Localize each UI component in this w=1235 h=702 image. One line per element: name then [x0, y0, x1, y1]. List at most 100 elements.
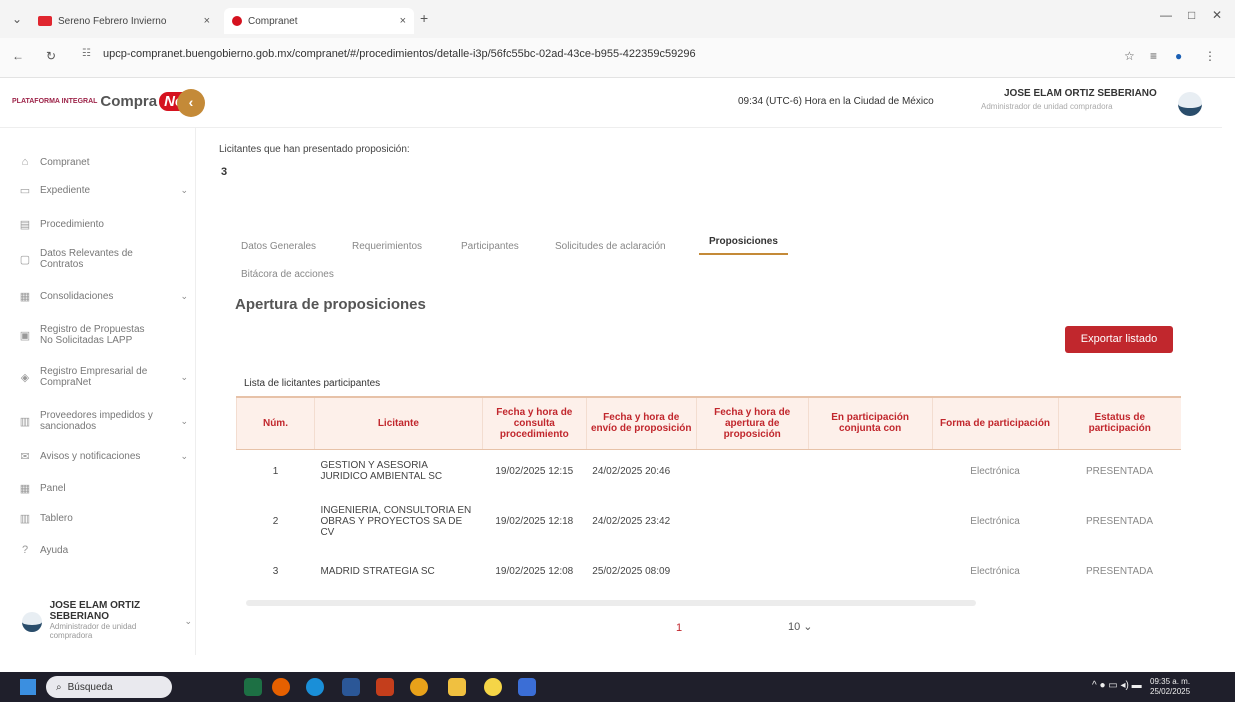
address-bar: ← ↻ ☷ upcp-compranet.buengobierno.gob.mx… — [0, 38, 1235, 78]
chevron-down-icon: ⌄ — [180, 185, 188, 195]
header-user-role: Administrador de unidad compradora — [981, 102, 1113, 111]
cell-forma: Electrónica — [970, 515, 1020, 527]
edge-icon[interactable] — [306, 678, 324, 696]
tab-bitacora[interactable]: Bitácora de acciones — [241, 269, 334, 280]
provider-icon: ▥ — [19, 415, 31, 428]
chevron-down-icon: ⌄ — [180, 371, 188, 382]
new-tab-button[interactable]: + — [420, 10, 428, 26]
search-placeholder: Búsqueda — [67, 681, 113, 693]
sidebar-item-label: Ayuda — [40, 544, 69, 556]
profile-icon[interactable]: ● — [1175, 49, 1182, 63]
minimize-icon[interactable]: — — [1160, 8, 1172, 22]
cell-licitante: INGENIERIA, CONSULTORIA EN OBRAS Y PROYE… — [320, 504, 472, 538]
sidebar-item-registro-propuestas[interactable]: ▣ Registro de Propuestas No Solicitadas … — [18, 324, 188, 346]
table-row[interactable]: 1 GESTION Y ASESORIA JURIDICO AMBIENTAL … — [237, 449, 1182, 493]
youtube-icon — [38, 16, 52, 26]
page-size-select[interactable]: 10 ⌄ — [788, 620, 813, 633]
tab-proposiciones[interactable]: Proposiciones — [699, 236, 788, 255]
table-horizontal-scrollbar[interactable] — [246, 600, 976, 606]
close-window-icon[interactable]: ✕ — [1212, 8, 1222, 22]
sidebar-item-label: Registro Empresarial de CompraNet — [40, 366, 148, 388]
licitantes-label: Licitantes que han presentado proposició… — [219, 144, 410, 155]
collapse-sidebar-button[interactable]: ‹ — [177, 89, 205, 117]
sidebar-item-label: Expediente — [40, 185, 91, 196]
sidebar-item-compranet[interactable]: ⌂ Compranet — [18, 156, 188, 168]
cell-apertura — [696, 493, 808, 549]
cell-envio: 24/02/2025 20:46 — [592, 465, 671, 477]
close-tab-icon[interactable]: × — [204, 15, 210, 27]
bookmark-star-icon[interactable]: ☆ — [1124, 49, 1135, 63]
sidebar-item-datos-relevantes[interactable]: ▢ Datos Relevantes de Contratos — [18, 248, 188, 270]
help-icon: ? — [21, 544, 29, 556]
register-icon: ▣ — [19, 329, 31, 342]
sidebar-item-proveedores[interactable]: ▥ Proveedores impedidos y sancionados ⌄ — [18, 410, 188, 432]
file-explorer-icon[interactable] — [448, 678, 466, 696]
system-tray[interactable]: ^ ● ▭ ◂) ▬ — [1092, 680, 1142, 691]
app-icon[interactable] — [518, 678, 536, 696]
maximize-icon[interactable]: □ — [1188, 8, 1195, 22]
tab-datos-generales[interactable]: Datos Generales — [241, 241, 316, 252]
word-icon[interactable] — [342, 678, 360, 696]
excel-icon[interactable] — [244, 678, 262, 696]
extensions-icon[interactable]: ≡ — [1150, 49, 1157, 63]
sidebar-item-tablero[interactable]: ▥ Tablero — [18, 512, 188, 525]
table-row[interactable]: 2 INGENIERIA, CONSULTORIA EN OBRAS Y PRO… — [237, 493, 1182, 549]
cell-envio: 25/02/2025 08:09 — [592, 565, 671, 577]
export-list-button[interactable]: Exportar listado — [1065, 326, 1173, 353]
taskbar-search[interactable]: ⌕ Búsqueda — [46, 676, 172, 698]
column-header: Fecha y hora de envío de proposición — [585, 396, 697, 450]
cell-licitante: MADRID STRATEGIA SC — [320, 565, 435, 577]
chevron-down-icon[interactable]: ⌄ — [184, 616, 192, 640]
cell-conjunta — [808, 449, 932, 493]
tab-list-icon[interactable]: ⌄ — [12, 12, 22, 26]
main-content: Licitantes que han presentado proposició… — [196, 128, 1222, 655]
sidebar-item-label: Compranet — [40, 156, 90, 168]
url-field[interactable]: upcp-compranet.buengobierno.gob.mx/compr… — [103, 48, 696, 60]
reload-icon[interactable]: ↻ — [46, 49, 56, 63]
tab-participantes[interactable]: Participantes — [461, 241, 519, 252]
sidebar-user[interactable]: JOSE ELAM ORTIZ SEBERIANO Administrador … — [22, 600, 192, 640]
sidebar-item-procedimiento[interactable]: ▤ Procedimiento — [18, 218, 188, 231]
site-info-icon[interactable]: ☷ — [82, 48, 91, 59]
avatar[interactable] — [1178, 92, 1202, 116]
sidebar-item-ayuda[interactable]: ? Ayuda — [18, 544, 188, 556]
tab-requerimientos[interactable]: Requerimientos — [352, 241, 422, 252]
cell-consulta: 19/02/2025 12:08 — [495, 565, 574, 577]
cell-consulta: 19/02/2025 12:18 — [495, 515, 574, 527]
pagination-page[interactable]: 1 — [676, 622, 682, 634]
menu-icon[interactable]: ⋮ — [1204, 49, 1216, 63]
column-header: Núm. — [236, 396, 315, 450]
cell-num: 1 — [272, 465, 279, 477]
sidebar-item-panel[interactable]: ▦ Panel — [18, 482, 188, 495]
table-row[interactable]: 3 MADRID STRATEGIA SC 19/02/2025 12:08 2… — [237, 549, 1182, 593]
cell-licitante: GESTION Y ASESORIA JURIDICO AMBIENTAL SC — [320, 460, 443, 483]
cell-num: 2 — [272, 515, 279, 527]
browser-tab-compranet[interactable]: Compranet × — [224, 8, 414, 34]
sidebar-item-consolidaciones[interactable]: ▦ Consolidaciones ⌄ — [18, 290, 188, 303]
chrome-icon[interactable] — [410, 678, 428, 696]
column-header: Fecha y hora de apertura de proposición — [695, 396, 809, 450]
column-header: Fecha y hora de consulta procedimiento — [481, 396, 587, 450]
sidebar-item-label: Tablero — [40, 513, 73, 524]
sidebar-item-expediente[interactable]: ▭ Expediente ⌄ — [18, 184, 188, 197]
taskbar-clock[interactable]: 09:35 a. m. 25/02/2025 — [1150, 677, 1190, 697]
compranet-logo[interactable]: PLATAFORMA INTEGRAL Compra Net — [12, 92, 194, 111]
tab-solicitudes-aclaracion[interactable]: Solicitudes de aclaración — [555, 241, 666, 252]
close-tab-icon[interactable]: × — [400, 15, 406, 27]
list-label: Lista de licitantes participantes — [244, 378, 381, 389]
chevron-down-icon: ⌄ — [180, 451, 188, 461]
windows-start-icon[interactable] — [20, 679, 36, 695]
browser-tab-music[interactable]: Sereno Febrero Invierno × — [38, 8, 218, 34]
tab-title: Sereno Febrero Invierno — [58, 15, 167, 27]
page-title: Apertura de proposiciones — [235, 296, 426, 313]
sticky-icon[interactable] — [484, 678, 502, 696]
powerpoint-icon[interactable] — [376, 678, 394, 696]
back-arrow-icon[interactable]: ← — [12, 49, 24, 63]
sidebar-item-avisos[interactable]: ✉ Avisos y notificaciones ⌄ — [18, 450, 188, 463]
sidebar-item-registro-empresarial[interactable]: ◈ Registro Empresarial de CompraNet ⌄ — [18, 366, 188, 388]
avatar — [22, 612, 42, 632]
firefox-icon[interactable] — [272, 678, 290, 696]
cell-forma: Electrónica — [970, 565, 1020, 577]
sidebar-user-name: JOSE ELAM ORTIZ SEBERIANO — [49, 600, 141, 622]
sidebar-item-label: Datos Relevantes de Contratos — [40, 248, 133, 270]
